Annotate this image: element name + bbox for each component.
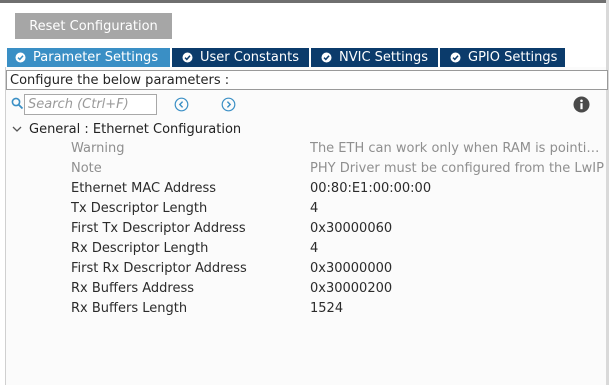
search-input[interactable]: [24, 94, 157, 115]
chevron-left-circle-icon[interactable]: [174, 97, 189, 112]
tab-label: Parameter Settings: [33, 50, 159, 65]
chevron-down-icon: [12, 126, 22, 132]
tab-label: User Constants: [200, 50, 299, 65]
tab-label: NVIC Settings: [339, 50, 428, 65]
param-label: Note: [71, 161, 102, 176]
param-value: 4: [310, 241, 319, 256]
param-value: 0x30000060: [310, 221, 393, 236]
param-row-rx-buffers-length[interactable]: Rx Buffers Length 1524: [0, 299, 609, 319]
param-row-first-rx-descriptor-address[interactable]: First Rx Descriptor Address 0x30000000: [0, 259, 609, 279]
param-label: Tx Descriptor Length: [71, 201, 208, 216]
tab-user-constants[interactable]: User Constants: [172, 48, 309, 67]
info-icon[interactable]: [573, 96, 590, 113]
tab-bar: Parameter Settings User Constants NVIC S…: [7, 48, 567, 67]
param-row-first-tx-descriptor-address[interactable]: First Tx Descriptor Address 0x30000060: [0, 219, 609, 239]
param-value: The ETH can work only when RAM is pointi…: [310, 141, 606, 156]
chevron-right-circle-icon[interactable]: [221, 97, 236, 112]
param-value: PHY Driver must be configured from the L…: [310, 161, 604, 176]
param-label: Warning: [71, 141, 125, 156]
check-circle-icon: [450, 52, 461, 63]
tab-gpio-settings[interactable]: GPIO Settings: [440, 48, 565, 67]
search-icon: [11, 97, 24, 110]
param-row-ethernet-mac-address[interactable]: Ethernet MAC Address 00:80:E1:00:00:00: [0, 179, 609, 199]
tab-label: GPIO Settings: [468, 50, 558, 65]
top-window-strip: [0, 0, 609, 3]
tab-nvic-settings[interactable]: NVIC Settings: [311, 48, 438, 67]
param-label: Rx Descriptor Length: [71, 241, 209, 256]
param-label: First Rx Descriptor Address: [71, 261, 247, 276]
check-circle-icon: [15, 52, 26, 63]
check-circle-icon: [182, 52, 193, 63]
param-value: 0x30000200: [310, 281, 393, 296]
group-general-ethernet[interactable]: General : Ethernet Configuration: [11, 120, 241, 138]
param-row-rx-descriptor-length[interactable]: Rx Descriptor Length 4: [0, 239, 609, 259]
param-row-rx-buffers-address[interactable]: Rx Buffers Address 0x30000200: [0, 279, 609, 299]
param-value: 0x30000000: [310, 261, 393, 276]
param-label: Ethernet MAC Address: [71, 181, 216, 196]
param-value: 1524: [310, 301, 344, 316]
tab-parameter-settings[interactable]: Parameter Settings: [7, 48, 170, 67]
param-value: 00:80:E1:00:00:00: [310, 181, 432, 196]
param-row-tx-descriptor-length[interactable]: Tx Descriptor Length 4: [0, 199, 609, 219]
group-title: General : Ethernet Configuration: [29, 121, 242, 137]
check-circle-icon: [321, 52, 332, 63]
param-label: First Tx Descriptor Address: [71, 221, 246, 236]
param-row-note[interactable]: Note PHY Driver must be configured from …: [0, 159, 609, 179]
param-row-warning[interactable]: Warning The ETH can work only when RAM i…: [0, 139, 609, 159]
param-value: 4: [310, 201, 319, 216]
reset-configuration-button[interactable]: Reset Configuration: [15, 13, 172, 39]
param-label: Rx Buffers Address: [71, 281, 194, 296]
hint-text: Configure the below parameters :: [6, 70, 608, 90]
param-label: Rx Buffers Length: [71, 301, 188, 316]
